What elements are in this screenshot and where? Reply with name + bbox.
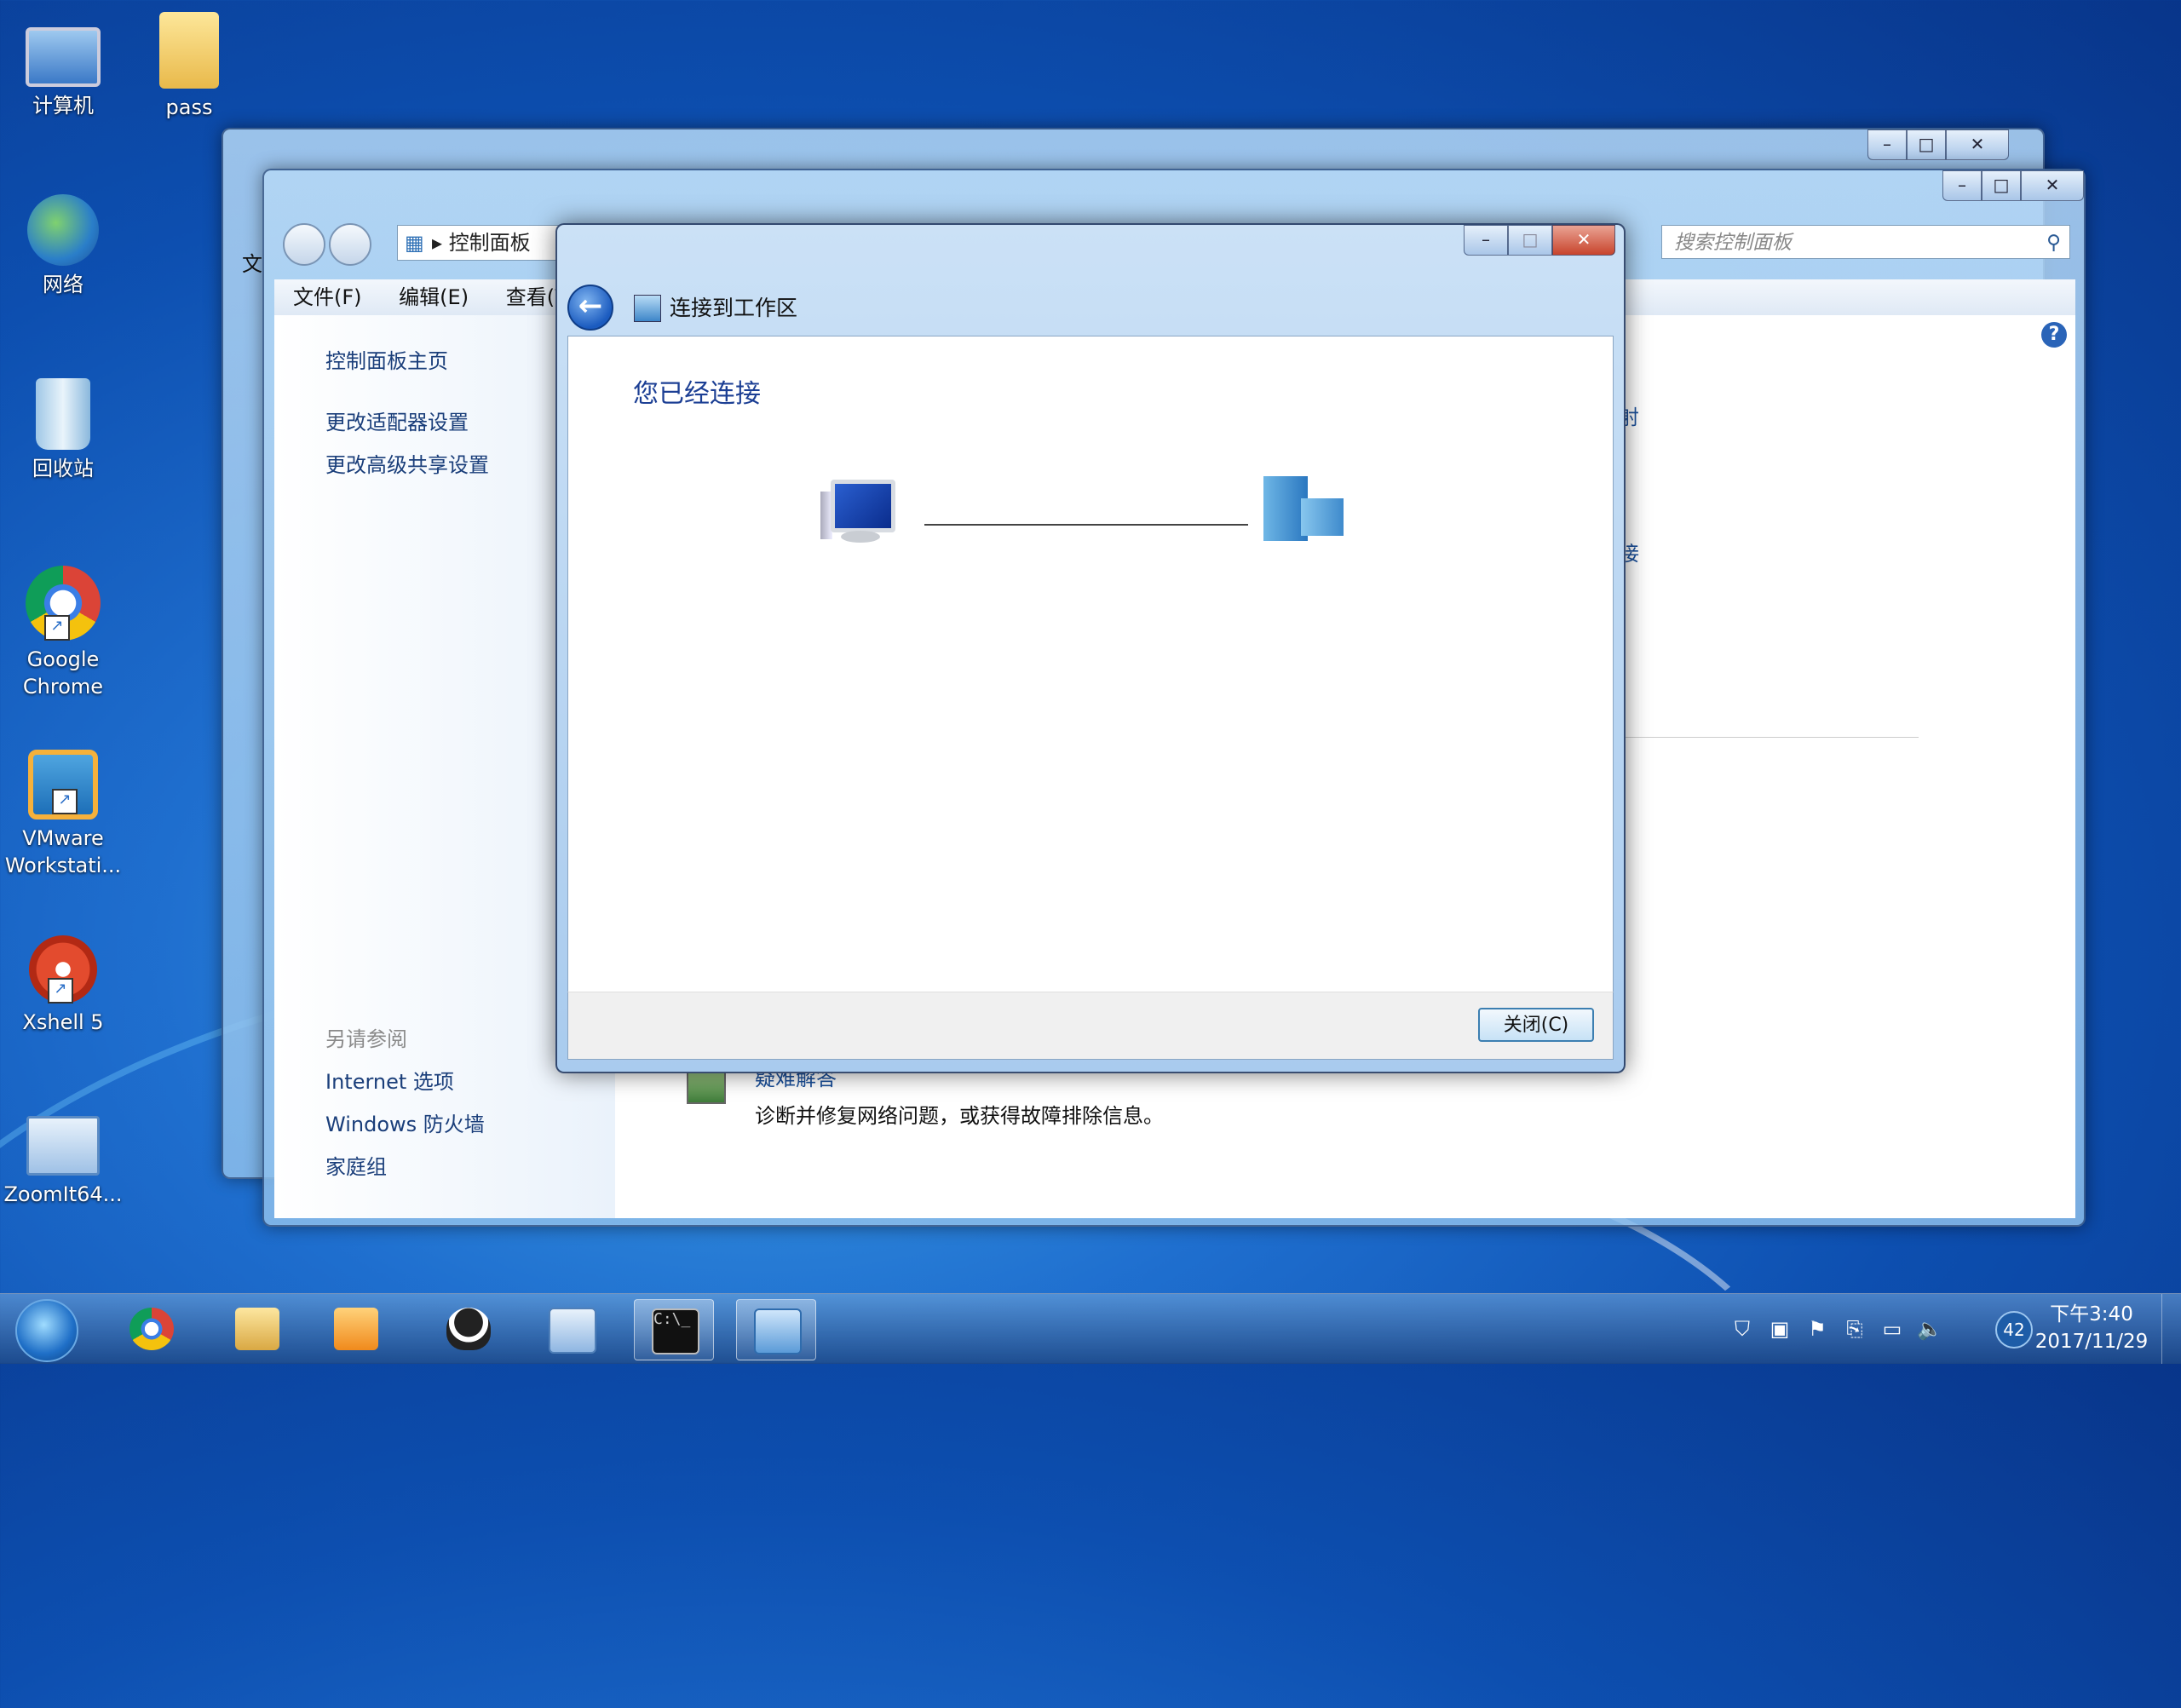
network-connection-icon[interactable]: ▭ [1879,1316,1905,1342]
search-icon[interactable]: ⚲ [2046,226,2061,260]
folder-icon [159,12,219,89]
vmware-icon: ↗ [28,750,98,819]
taskbar: C:\_ ⛉ ▣ ⚑ ⎘ ▭ 🔈 42 下午3:40 2017/11/29 [0,1293,2181,1364]
forward-nav-button[interactable] [329,223,371,266]
back-arrow-icon[interactable]: ← [567,285,613,331]
desktop-icon-computer[interactable]: 计算机 [3,12,123,119]
shortcut-arrow-icon: ↗ [52,789,78,814]
search-input[interactable]: 搜索控制面板 ⚲ [1661,225,2070,259]
desktop-icon-chrome[interactable]: ↗ Google Chrome [3,566,123,701]
maximize-button[interactable]: □ [1907,129,1946,160]
workplace-icon [634,295,661,322]
shortcut-arrow-icon: ↗ [48,978,73,1004]
link-windows-firewall[interactable]: Windows 防火墙 [325,1107,485,1137]
action-center-flag-icon[interactable]: ⚑ [1804,1316,1830,1342]
link-control-panel-home[interactable]: 控制面板主页 [325,344,448,374]
taskbar-control-panel[interactable] [736,1299,816,1360]
taskbar-zoomit[interactable] [532,1299,610,1359]
clock-time: 下午3:40 [2050,1303,2133,1326]
taskbar-qq[interactable] [429,1299,508,1359]
dialog-title: 连接到工作区 [670,296,798,320]
minimize-button[interactable]: – [1942,170,1982,201]
maximize-button: □ [1508,225,1552,256]
volume-icon[interactable]: 🔈 [1917,1316,1942,1342]
computer-icon [26,27,101,87]
close-dialog-button[interactable]: 关闭(C) [1478,1008,1594,1042]
network-adapter-icon[interactable]: ▣ [1767,1316,1793,1342]
clock-date: 2017/11/29 [2034,1331,2149,1353]
chrome-icon: ↗ [26,566,101,641]
menu-file[interactable]: 文件(F) [293,285,362,309]
window-controls: – □ ✕ [1867,129,2009,160]
desktop-icon-pass[interactable]: pass [129,12,249,121]
see-also-label: 另请参阅 [325,1027,407,1051]
window-controls: – □ ✕ [1942,170,2084,201]
control-panel-icon: ▦ [405,231,424,255]
close-button[interactable]: ✕ [2021,170,2084,201]
dialog-footer: 关闭(C) [567,992,1614,1060]
menu-edit[interactable]: 编辑(E) [399,285,469,309]
security-shield-icon[interactable]: ⛉ [1729,1316,1755,1342]
zoomit-icon [549,1308,596,1354]
computer-icon [820,480,895,543]
shortcut-arrow-icon: ↗ [44,615,70,641]
start-button[interactable] [15,1299,78,1362]
back-nav-button[interactable] [283,223,325,266]
troubleshoot-description: 诊断并修复网络问题，或获得故障排除信息。 [755,1104,1164,1128]
taskbar-chrome[interactable] [112,1299,191,1359]
taskbar-media-player[interactable] [317,1299,395,1359]
close-button[interactable]: ✕ [1552,225,1615,256]
folder-icon [235,1308,279,1350]
recycle-bin-icon [36,378,90,450]
desktop-icon-vmware[interactable]: ↗ VMware Workstati... [3,750,123,880]
desktop-icon-recycle-bin[interactable]: 回收站 [3,378,123,482]
system-clock[interactable]: 下午3:40 2017/11/29 [2028,1301,2155,1355]
dialog-content: 您已经连接 [567,336,1614,993]
close-button[interactable]: ✕ [1946,129,2009,160]
minimize-button[interactable]: – [1464,225,1508,256]
link-advanced-sharing[interactable]: 更改高级共享设置 [325,448,489,478]
breadcrumb-control-panel[interactable]: 控制面板 [449,231,531,255]
maximize-button[interactable]: □ [1982,170,2021,201]
link-homegroup[interactable]: 家庭组 [325,1150,387,1180]
taskbar-cmd[interactable]: C:\_ [634,1299,714,1360]
zoomit-icon [26,1116,100,1176]
chrome-icon [129,1308,174,1350]
desktop-icon-network[interactable]: 网络 [3,194,123,298]
qq-penguin-icon [446,1308,491,1350]
control-panel-icon [754,1308,802,1354]
show-desktop-button[interactable] [2161,1294,2181,1364]
taskbar-explorer[interactable] [218,1299,296,1359]
connected-heading: 您已经连接 [633,379,761,409]
minimize-button[interactable]: – [1867,129,1907,160]
corporate-network-icon [1263,476,1349,541]
xshell-icon: ↗ [29,935,97,1004]
link-internet-options[interactable]: Internet 选项 [325,1065,454,1095]
network-icon [27,194,99,266]
link-change-adapter-settings[interactable]: 更改适配器设置 [325,405,469,435]
connect-to-workplace-dialog[interactable]: – □ ✕ ← 连接到工作区 您已经连接 关闭(C) [555,223,1626,1073]
command-prompt-icon: C:\_ [652,1308,699,1354]
desktop-icon-zoomit[interactable]: ZoomIt64... [3,1116,123,1208]
connection-line [924,524,1248,526]
partial-menu-label: 文 [242,252,262,276]
media-player-icon [334,1308,378,1350]
dialog-header: ← 连接到工作区 [566,279,1612,336]
dialog-window-controls: – □ ✕ [1464,225,1615,256]
usb-device-icon[interactable]: ⎘ [1842,1316,1867,1342]
help-icon[interactable]: ? [2041,322,2067,348]
system-tray: ⛉ ▣ ⚑ ⎘ ▭ 🔈 42 下午3:40 2017/11/29 [1721,1294,2181,1364]
desktop-icon-xshell[interactable]: ↗ Xshell 5 [3,935,123,1036]
